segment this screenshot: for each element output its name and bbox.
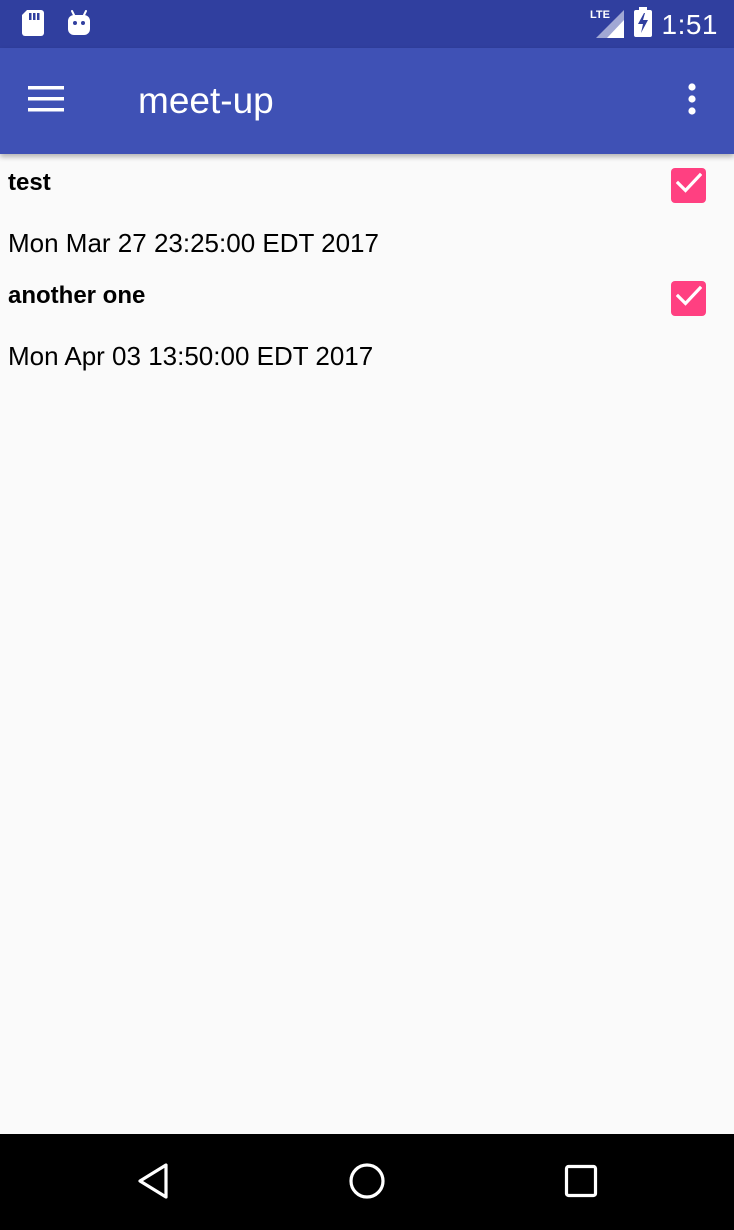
android-icon <box>66 10 92 41</box>
app-bar: meet-up <box>0 48 734 154</box>
battery-charging-icon <box>633 7 652 42</box>
event-date: Mon Mar 27 23:25:00 EDT 2017 <box>8 228 379 258</box>
sd-card-icon <box>22 10 44 41</box>
status-bar: LTE 1:51 <box>0 0 734 48</box>
event-checkbox[interactable] <box>671 168 706 203</box>
event-checkbox[interactable] <box>671 281 706 316</box>
back-button[interactable] <box>128 1158 178 1208</box>
network-label: LTE <box>590 9 610 21</box>
event-date: Mon Apr 03 13:50:00 EDT 2017 <box>8 341 374 371</box>
navigation-bar <box>0 1134 734 1230</box>
status-time: 1:51 <box>661 8 718 40</box>
lte-signal-icon: LTE <box>590 6 624 43</box>
recents-icon <box>564 1164 598 1203</box>
app-title: meet-up <box>138 80 274 121</box>
recents-button[interactable] <box>556 1158 606 1208</box>
menu-button[interactable] <box>20 75 72 127</box>
overflow-menu-icon <box>688 82 696 120</box>
list-item[interactable]: another one Mon Apr 03 13:50:00 EDT 2017 <box>0 267 734 380</box>
back-icon <box>137 1162 169 1204</box>
home-button[interactable] <box>342 1158 392 1208</box>
event-title: another one <box>8 282 146 309</box>
check-icon <box>675 285 702 312</box>
app-screen: LTE 1:51 meet-up test Mon Mar 27 23:25:0… <box>0 0 734 1230</box>
menu-icon <box>28 85 64 117</box>
event-title: test <box>8 169 51 196</box>
check-icon <box>675 172 702 199</box>
list-item[interactable]: test Mon Mar 27 23:25:00 EDT 2017 <box>0 154 734 267</box>
home-icon <box>348 1162 386 1205</box>
event-list: test Mon Mar 27 23:25:00 EDT 2017 anothe… <box>0 154 734 380</box>
overflow-menu-button[interactable] <box>670 75 714 127</box>
